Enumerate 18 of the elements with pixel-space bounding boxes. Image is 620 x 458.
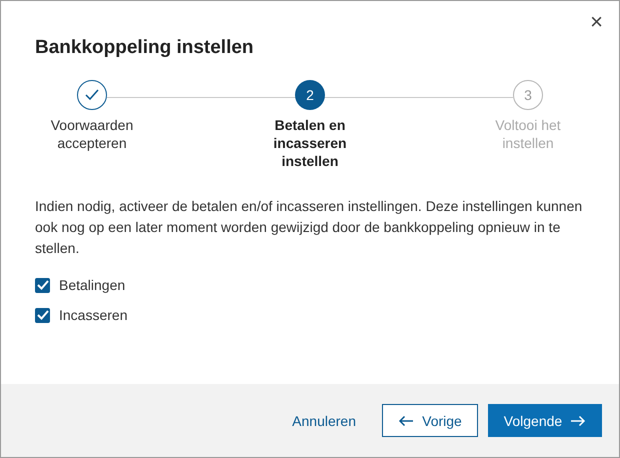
step-number: 3 [513,80,543,110]
arrow-right-icon [570,414,586,426]
description-text: Indien nodig, activeer de betalen en/of incasseren instellingen. Deze instellingen kunnen ook nog op een later moment worden gewijzigd door de bankkoppeling opnieuw in te stellen. [35,197,584,258]
step-number: 2 [295,80,325,110]
step-label: Voltooi het instellen [494,116,562,152]
arrow-left-icon [398,414,414,426]
close-button[interactable]: × [586,9,607,35]
next-button[interactable]: Volgende [488,404,602,437]
step-label: Betalen en incasseren instellen [272,116,348,170]
step-label: Voorwaarden accepteren [50,116,134,152]
checkbox-label: Incasseren [59,307,128,323]
checkbox-label: Betalingen [59,277,126,293]
back-button[interactable]: Vorige [382,404,478,437]
cancel-button[interactable]: Annuleren [288,404,360,437]
checkbox[interactable] [35,278,50,292]
dialog-title: Bankkoppeling instellen [35,37,255,59]
checkbox[interactable] [35,308,50,322]
check-circle-icon [77,80,107,110]
